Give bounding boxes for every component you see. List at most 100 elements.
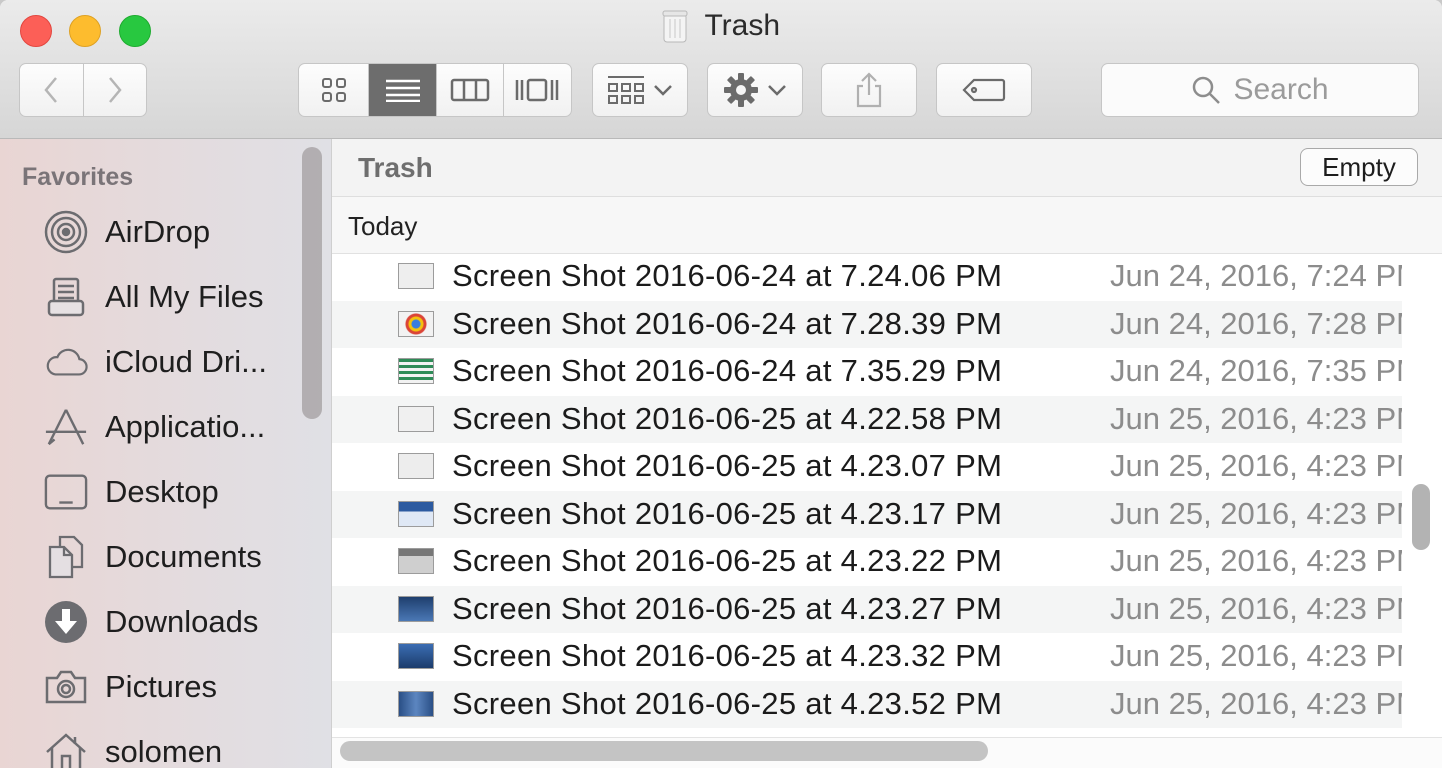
screenshot-file-icon [398, 310, 434, 337]
file-date: Jun 25, 2016, 4:23 PM [1110, 590, 1402, 626]
file-date: Jun 25, 2016, 4:23 PM [1110, 448, 1402, 483]
window-title: Trash [704, 9, 781, 42]
screenshot-file-icon [398, 500, 434, 527]
folder-title: Trash [358, 152, 433, 183]
empty-trash-button[interactable]: Empty [1300, 148, 1418, 186]
file-date: Jun 25, 2016, 4:23 PM [1110, 638, 1402, 673]
home-icon [44, 730, 88, 768]
search-field[interactable]: Search [1101, 63, 1419, 117]
columns-icon [450, 78, 490, 102]
trash-icon [662, 10, 688, 43]
view-mode-control [298, 63, 572, 117]
sidebar-item-applications[interactable]: Applicatio... [0, 397, 300, 457]
sidebar-item-desktop[interactable]: Desktop [0, 462, 300, 522]
file-row[interactable]: Screen Shot 2016-06-25 at 4.23.32 PM Jun… [332, 633, 1402, 681]
list-icon [385, 79, 420, 102]
tags-button[interactable] [936, 63, 1032, 117]
airdrop-icon [44, 210, 88, 254]
tag-icon [962, 78, 1006, 102]
downloads-icon [44, 600, 88, 644]
cover-flow-button[interactable] [504, 64, 571, 116]
file-row[interactable]: Screen Shot 2016-06-25 at 4.23.22 PM Jun… [332, 538, 1402, 586]
file-name: Screen Shot 2016-06-25 at 4.23.52 PM [452, 685, 1003, 721]
sidebar-item-downloads[interactable]: Downloads [0, 592, 300, 652]
sidebar-item-label: Applicatio... [105, 409, 266, 444]
forward-button[interactable] [84, 64, 147, 116]
sidebar-scrollbar[interactable] [302, 147, 322, 419]
sidebar-item-label: Desktop [105, 474, 219, 509]
back-button[interactable] [20, 64, 84, 116]
chevron-right-icon [108, 77, 122, 103]
file-date: Jun 24, 2016, 7:24 PM [1110, 258, 1402, 293]
file-row[interactable]: Screen Shot 2016-06-24 at 7.28.39 PM Jun… [332, 300, 1402, 348]
file-name: Screen Shot 2016-06-24 at 7.24.06 PM [452, 258, 1003, 293]
file-name: Screen Shot 2016-06-25 at 4.22.58 PM [452, 400, 1003, 436]
share-icon [856, 72, 882, 108]
file-row[interactable]: Screen Shot 2016-06-25 at 4.23.52 PM Jun… [332, 680, 1402, 728]
arrange-icon [608, 76, 644, 104]
action-button[interactable] [707, 63, 803, 117]
sidebar-item-pictures[interactable]: Pictures [0, 657, 300, 717]
icon-view-button[interactable] [299, 64, 370, 116]
file-row[interactable]: Screen Shot 2016-06-24 at 7.24.06 PM Jun… [332, 253, 1402, 301]
file-row[interactable]: Screen Shot 2016-06-25 at 4.23.07 PM Jun… [332, 443, 1402, 491]
sidebar-item-label: iCloud Dri... [105, 344, 267, 379]
group-label: Today [348, 211, 418, 241]
vertical-scrollbar[interactable] [1412, 484, 1430, 550]
gear-icon [724, 73, 758, 107]
chevron-down-icon [654, 85, 672, 96]
sidebar-item-documents[interactable]: Documents [0, 527, 300, 587]
pictures-icon [44, 665, 88, 709]
screenshot-file-icon [398, 358, 434, 384]
sidebar: Favorites AirDrop All My Files iCloud Dr… [0, 139, 332, 768]
sidebar-item-label: AirDrop [105, 214, 211, 249]
column-view-button[interactable] [437, 64, 504, 116]
screenshot-file-icon [398, 643, 434, 669]
screenshot-file-icon [398, 690, 434, 717]
file-name: Screen Shot 2016-06-25 at 4.23.22 PM [452, 543, 1003, 578]
file-name: Screen Shot 2016-06-25 at 4.23.17 PM [452, 495, 1003, 531]
screenshot-file-icon [398, 548, 434, 574]
screenshot-file-icon [398, 453, 434, 479]
file-row[interactable]: Screen Shot 2016-06-25 at 4.22.58 PM Jun… [332, 395, 1402, 443]
grid-icon [321, 78, 346, 102]
file-row[interactable]: Screen Shot 2016-06-25 at 4.23.27 PM Jun… [332, 585, 1402, 633]
sidebar-item-all-my-files[interactable]: All My Files [0, 267, 300, 327]
horizontal-scrollbar[interactable] [340, 741, 988, 761]
arrange-button[interactable] [592, 63, 688, 117]
desktop-icon [44, 470, 88, 514]
sidebar-item-airdrop[interactable]: AirDrop [0, 202, 300, 262]
file-date: Jun 25, 2016, 4:23 PM [1110, 495, 1402, 531]
file-name: Screen Shot 2016-06-25 at 4.23.27 PM [452, 590, 1003, 626]
chevron-down-icon [768, 85, 786, 96]
sidebar-item-label: Pictures [105, 669, 217, 704]
sidebar-item-icloud-drive[interactable]: iCloud Dri... [0, 332, 300, 392]
sidebar-item-label: Documents [105, 539, 262, 574]
file-row[interactable]: Screen Shot 2016-06-25 at 4.23.17 PM Jun… [332, 490, 1402, 538]
window-title-area: Trash [0, 8, 1442, 44]
sidebar-item-label: solomen [105, 734, 223, 768]
file-date: Jun 25, 2016, 4:23 PM [1110, 400, 1402, 436]
file-date: Jun 24, 2016, 7:35 PM [1110, 353, 1402, 388]
file-name: Screen Shot 2016-06-24 at 7.28.39 PM [452, 305, 1003, 341]
sidebar-item-home[interactable]: solomen [0, 722, 300, 768]
folder-header: Trash Empty [332, 139, 1442, 197]
list-view-button[interactable] [369, 64, 438, 116]
finder-window: Trash Search Favorites AirDrop All My Fi… [0, 0, 1442, 768]
documents-icon [44, 535, 88, 579]
file-list: Screen Shot 2016-06-24 at 7.24.06 PM Jun… [332, 253, 1402, 728]
cloud-icon [44, 340, 88, 384]
file-browser: Trash Empty Today Screen Shot 2016-06-24… [332, 139, 1442, 768]
file-date: Jun 25, 2016, 4:23 PM [1110, 685, 1402, 721]
search-placeholder: Search [1233, 73, 1329, 106]
share-button[interactable] [821, 63, 917, 117]
sidebar-item-label: All My Files [105, 279, 264, 314]
applications-icon [44, 405, 88, 449]
screenshot-file-icon [398, 263, 434, 289]
search-icon [1193, 76, 1221, 104]
screenshot-file-icon [398, 405, 434, 432]
file-date: Jun 25, 2016, 4:23 PM [1110, 543, 1402, 578]
sidebar-heading: Favorites [22, 163, 134, 191]
navigation-buttons [19, 63, 147, 117]
file-row[interactable]: Screen Shot 2016-06-24 at 7.35.29 PM Jun… [332, 348, 1402, 396]
